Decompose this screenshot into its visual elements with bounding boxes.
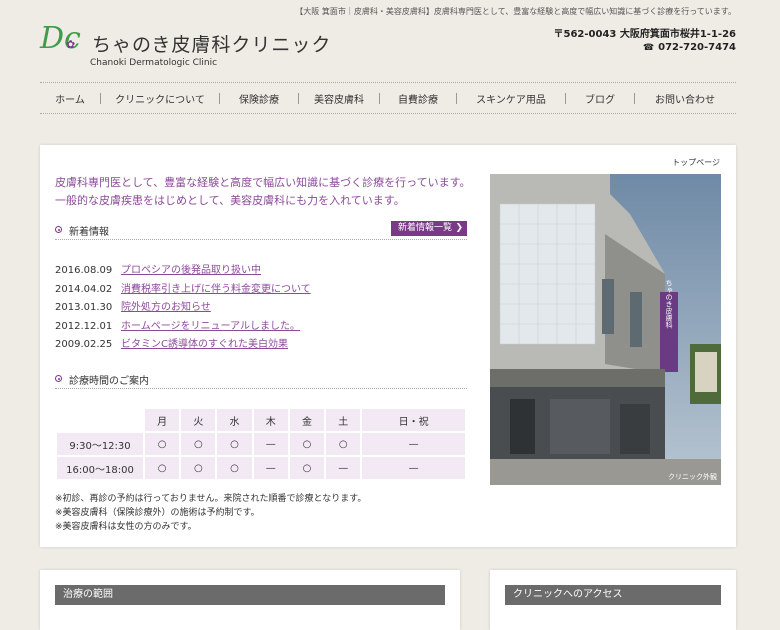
day-header: 土 [326,409,361,431]
news-link[interactable]: ホームページをリニューアルしました。 [121,321,300,332]
hours-cell: ○ [145,433,180,455]
photo-caption: クリニック外観 [668,473,717,481]
access-heading: クリニックへのアクセス [505,585,721,605]
clinic-name: ちゃのき皮膚科クリニック [92,34,332,56]
hours-cell: ○ [289,457,325,479]
news-item: 2009.02.25 ビタミンC誘導体のすぐれた美白効果 [55,335,467,354]
clinic-building-illustration: ちゃのき皮膚科 [490,174,721,485]
hours-corner [57,409,143,431]
news-section-header: 新着情報 新着情報一覧 ❯ [55,221,467,240]
intro-text: 皮膚科専門医として、豊富な経験と高度で幅広い知識に基づく診療を行っています。 [55,176,471,189]
nav-item-contact[interactable]: お問い合わせ [635,91,735,106]
hours-cell: ○ [289,433,325,455]
hours-cell: — [253,433,288,455]
intro-text: 一般的な皮膚疾患をはじめとして、美容皮膚科にも力を入れています。 [55,194,405,207]
news-item: 2014.04.02 消費税率引き上げに伴う料金変更について [55,280,467,299]
note-line: ※美容皮膚科は女性の方のみです。 [55,522,197,532]
news-link[interactable]: ビタミンC誘導体のすぐれた美白効果 [121,339,288,350]
phone-icon: ☎ [642,43,655,53]
news-list-button[interactable]: 新着情報一覧 ❯ [390,221,467,236]
bullet-icon [55,226,62,233]
news-list: 2016.08.09 プロペシアの後発品取り扱い中 2014.04.02 消費税率引… [55,261,467,354]
chevron-right-icon: ❯ [455,223,463,233]
main-content-card: トップページ 皮膚科専門医として、豊富な経験と高度で幅広い知識に基づく診療を行っ… [40,145,736,547]
news-item: 2013.01.30 院外処方のお知らせ [55,298,467,317]
note-line: ※初診、再診の予約は行っておりません。来院された順番で診療となります。 [55,494,367,504]
hours-time: 16:00〜18:00 [57,457,143,479]
phone-number[interactable]: 072-720-7474 [658,42,736,53]
hours-row: 16:00〜18:00 ○ ○ ○ — ○ — — [57,457,465,479]
hours-cell: ○ [326,433,361,455]
day-header: 金 [289,409,325,431]
hours-cell: ○ [217,433,252,455]
news-link[interactable]: 院外処方のお知らせ [121,302,211,313]
news-link[interactable]: プロペシアの後発品取り扱い中 [121,265,261,276]
flower-icon: ✿ [66,38,76,51]
clinic-logo[interactable]: Dc ✿ ちゃのき皮膚科クリニック Chanoki Dermatologic C… [40,22,360,72]
hours-row: 9:30〜12:30 ○ ○ ○ — ○ ○ — [57,433,465,455]
news-link[interactable]: 消費税率引き上げに伴う料金変更について [121,284,311,295]
hours-header-row: 月 火 水 木 金 土 日・祝 [57,409,465,431]
clinic-sign-text: ちゃのき皮膚科 [665,280,673,330]
treatment-card: 治療の範囲 [40,570,460,630]
bullet-icon [55,375,62,382]
phone: ☎ 072-720-7474 [643,42,736,53]
clinic-name-en: Chanoki Dermatologic Clinic [90,58,218,68]
news-date: 2014.04.02 [55,283,113,295]
hours-notes: ※初診、再診の予約は行っておりません。来院された順番で診療となります。 ※美容皮… [55,492,366,534]
hours-cell: — [253,457,288,479]
hours-cell: — [326,457,361,479]
access-card: クリニックへのアクセス [490,570,736,630]
news-date: 2009.02.25 [55,339,113,350]
day-header: 木 [253,409,288,431]
hours-table: 月 火 水 木 金 土 日・祝 9:30〜12:30 ○ ○ ○ — ○ ○ —… [55,407,467,481]
hours-cell: ○ [217,457,252,479]
hours-cell: ○ [181,457,216,479]
nav-item-cosmetic[interactable]: 美容皮膚科 [299,91,379,106]
hours-cell: ○ [145,457,180,479]
nav-item-selfpay[interactable]: 自費診療 [380,91,456,106]
address: 〒562-0043 大阪府箕面市桜井1-1-26 [553,29,736,40]
hours-section-header: 診療時間のご案内 [55,372,467,389]
treatment-heading: 治療の範囲 [55,585,445,605]
nav-item-insurance[interactable]: 保険診療 [220,91,298,106]
note-line: ※美容皮膚科（保険診療外）の施術は予約制です。 [55,508,260,518]
clinic-exterior-photo: ちゃのき皮膚科 クリニック外観 [490,174,721,485]
hours-cell: ○ [181,433,216,455]
news-item: 2012.12.01 ホームページをリニューアルしました。 [55,317,467,336]
hours-time: 9:30〜12:30 [57,433,143,455]
breadcrumb: トップページ [672,158,720,167]
news-list-button-label: 新着情報一覧 [397,223,452,233]
hours-section-title: 診療時間のご案内 [69,376,149,387]
tagline: 【大阪 箕面市｜皮膚科・美容皮膚科】皮膚科専門医として、豊富な経験と高度で幅広い… [295,7,736,16]
news-item: 2016.08.09 プロペシアの後発品取り扱い中 [55,261,467,280]
news-date: 2013.01.30 [55,302,113,313]
news-date: 2016.08.09 [55,265,113,276]
nav-item-skincare[interactable]: スキンケア用品 [457,91,565,106]
nav-item-about[interactable]: クリニックについて [101,91,219,106]
nav-item-blog[interactable]: ブログ [566,91,634,106]
day-header: 月 [145,409,180,431]
main-nav: ホーム クリニックについて 保険診療 美容皮膚科 自費診療 スキンケア用品 ブロ… [40,82,736,114]
day-header: 火 [181,409,216,431]
nav-item-home[interactable]: ホーム [40,91,100,106]
hours-cell: — [362,457,465,479]
hours-cell: — [362,433,465,455]
day-header: 日・祝 [362,409,465,431]
day-header: 水 [217,409,252,431]
news-date: 2012.12.01 [55,320,113,332]
news-section-title: 新着情報 [69,227,109,238]
